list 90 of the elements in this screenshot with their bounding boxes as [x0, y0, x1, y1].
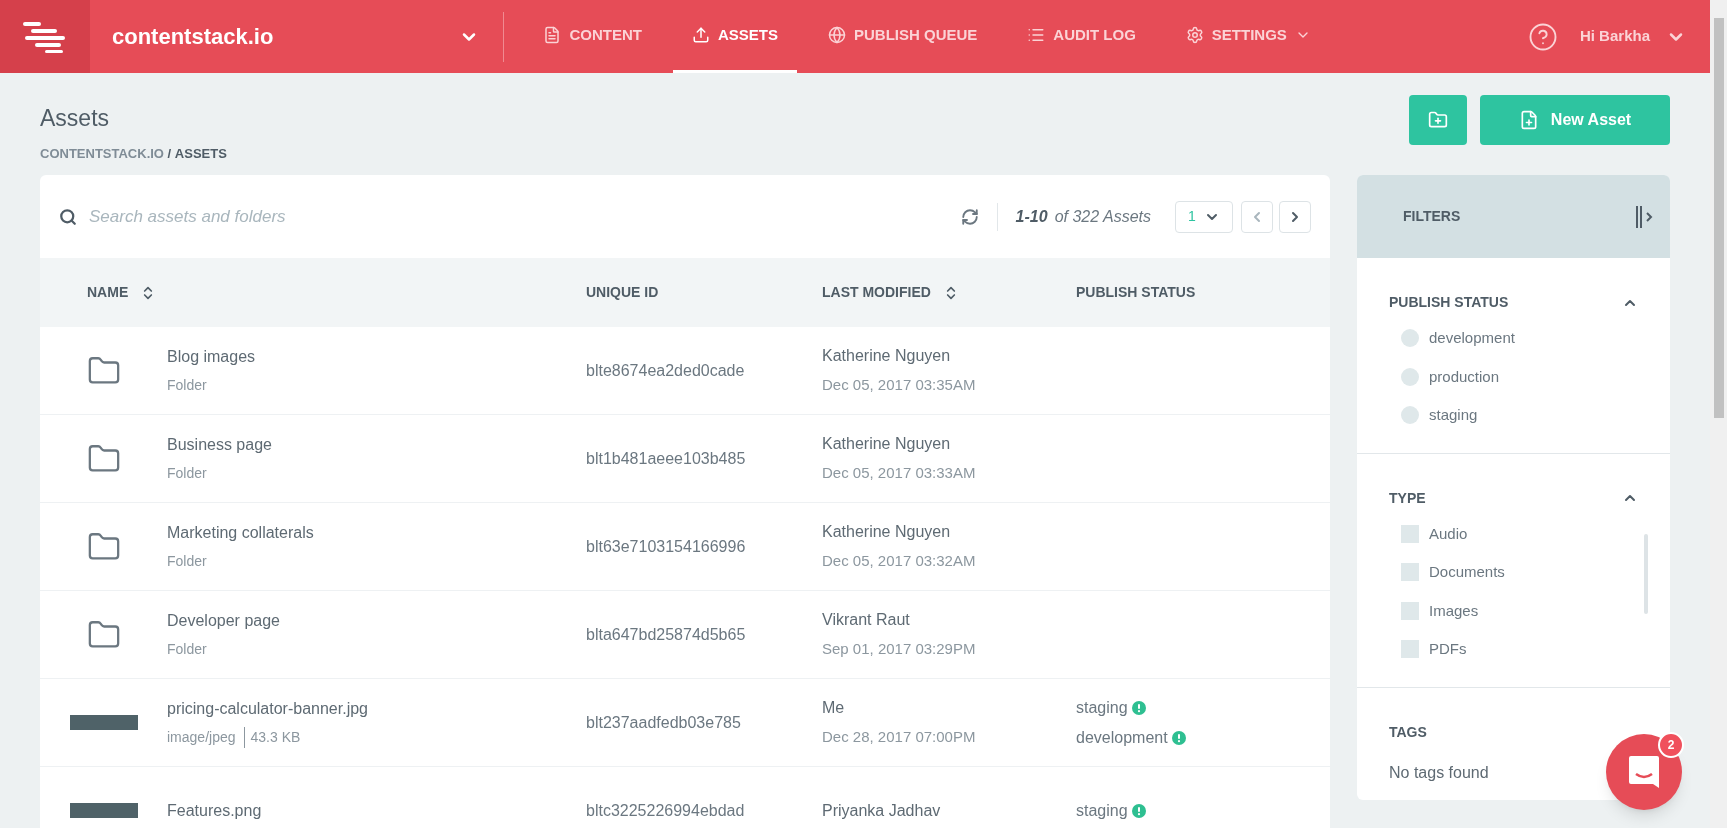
empty-tags-text: No tags found: [1389, 762, 1490, 783]
modified-date: Sep 01, 2017 03:29PM: [822, 639, 977, 660]
total-label: of 322 Assets: [1054, 206, 1151, 227]
document-icon: [543, 26, 562, 44]
folder-plus-icon: [1428, 110, 1448, 130]
filters-title: FILTERS: [1403, 207, 1461, 226]
asset-name[interactable]: Blog images: [167, 345, 256, 369]
filter-option-label[interactable]: staging: [1429, 404, 1478, 427]
logo-tile[interactable]: [0, 0, 90, 73]
filter-option-label[interactable]: Documents: [1429, 561, 1505, 584]
scrollbar-thumb[interactable]: [1713, 18, 1724, 418]
photo-placeholder: [69, 803, 138, 818]
search-icon: [59, 207, 77, 226]
modified-date: Dec 05, 2017 03:32AM: [822, 551, 977, 572]
asset-name[interactable]: Features.png: [167, 798, 262, 823]
user-menu[interactable]: Hi Barkha: [1579, 25, 1686, 48]
search-field[interactable]: Search assets and folders: [89, 203, 961, 230]
asset-name[interactable]: Marketing collaterals: [167, 521, 314, 545]
exclamation-icon: [1171, 730, 1186, 745]
checkbox[interactable]: [1401, 601, 1419, 620]
upload-icon: [691, 26, 710, 44]
publish-status: staging: [1076, 697, 1128, 718]
column-header[interactable]: LAST MODIFIED: [822, 282, 931, 303]
asset-name[interactable]: Business page: [167, 433, 272, 457]
next-page-button[interactable]: [1279, 200, 1311, 233]
filter-option-label[interactable]: Images: [1429, 599, 1479, 622]
settings-icon: [1185, 26, 1204, 44]
breadcrumb-link[interactable]: CONTENTSTACK.IO: [40, 143, 164, 163]
unique-id: blte8674ea2ded0cade: [586, 360, 746, 381]
column-header[interactable]: NAME: [87, 282, 129, 303]
globe-icon: [828, 26, 846, 44]
asset-type: Folder: [167, 552, 207, 571]
unique-id: bltc3225226994ebdad: [586, 800, 746, 821]
list-scrollbar[interactable]: [1644, 533, 1648, 614]
unique-id: blt237aadfedb03e785: [586, 712, 742, 733]
column-header: PUBLISH STATUS: [1076, 283, 1196, 302]
photo-placeholder: [69, 715, 138, 730]
modified-by: Me: [822, 698, 846, 719]
unique-id: blt1b481aeee103b485: [586, 448, 747, 469]
nav-tab[interactable]: ASSETS: [672, 0, 797, 73]
previous-page-button[interactable]: [1241, 200, 1273, 233]
filter-section-title[interactable]: PUBLISH STATUS: [1389, 292, 1509, 313]
range-label: 1-10: [1015, 206, 1048, 227]
modified-by: Katherine Nguyen: [822, 346, 952, 367]
modified-by: Vikrant Raut: [822, 610, 911, 631]
modified-date: Dec 05, 2017 03:33AM: [822, 463, 977, 484]
unique-id: blta647bd25874d5b65: [586, 624, 747, 645]
nav-tab[interactable]: AUDIT LOG: [1008, 0, 1155, 73]
asset-size: 43.3 KB: [243, 727, 301, 748]
asset-type: image/jpeg: [167, 728, 236, 747]
radio-button[interactable]: [1401, 406, 1419, 425]
notification-badge: 2: [1658, 732, 1684, 758]
unique-id: blt63e7103154166996: [586, 536, 747, 557]
asset-type: Folder: [167, 376, 207, 395]
filter-section-title[interactable]: TAGS: [1389, 721, 1427, 743]
column-header: UNIQUE ID: [586, 283, 659, 302]
publish-status: staging: [1076, 800, 1128, 821]
list-icon: [1027, 26, 1046, 44]
modified-by: Katherine Nguyen: [822, 522, 952, 543]
filter-option-label[interactable]: production: [1429, 365, 1500, 388]
modified-by: Katherine Nguyen: [822, 434, 952, 455]
page-title: Assets: [40, 104, 111, 133]
refresh-icon[interactable]: [960, 207, 979, 226]
radio-button[interactable]: [1401, 329, 1419, 348]
checkbox[interactable]: [1401, 524, 1419, 543]
checkbox[interactable]: [1401, 640, 1419, 659]
nav-tab[interactable]: CONTENT: [524, 0, 661, 73]
checkbox[interactable]: [1401, 563, 1419, 582]
filter-option-label[interactable]: development: [1429, 327, 1515, 350]
asset-name[interactable]: Developer page: [167, 609, 280, 633]
modified-date: Dec 28, 2017 07:00PM: [822, 727, 977, 748]
chat-button[interactable]: 2: [1606, 734, 1682, 810]
help-icon[interactable]: [1527, 21, 1558, 52]
filter-option-label[interactable]: Audio: [1429, 522, 1468, 545]
exclamation-icon: [1131, 700, 1146, 715]
filter-section-title[interactable]: TYPE: [1389, 487, 1426, 509]
radio-button[interactable]: [1401, 367, 1419, 386]
exclamation-icon: [1131, 803, 1146, 818]
asset-name[interactable]: pricing-calculator-banner.jpg: [167, 697, 368, 721]
brand-name: contentstack.io: [112, 23, 274, 51]
asset-type: Folder: [167, 464, 207, 483]
filter-option-label[interactable]: PDFs: [1429, 638, 1467, 661]
asset-type: Folder: [167, 640, 207, 659]
nav-tab[interactable]: SETTINGS: [1166, 0, 1330, 73]
chat-icon: [1627, 754, 1661, 790]
publish-status: development: [1076, 727, 1168, 748]
nav-tab[interactable]: PUBLISH QUEUE: [809, 0, 997, 73]
modified-by: Priyanka Jadhav: [822, 800, 942, 821]
modified-date: Dec 05, 2017 03:35AM: [822, 375, 977, 396]
new-folder-button[interactable]: [1409, 95, 1467, 145]
